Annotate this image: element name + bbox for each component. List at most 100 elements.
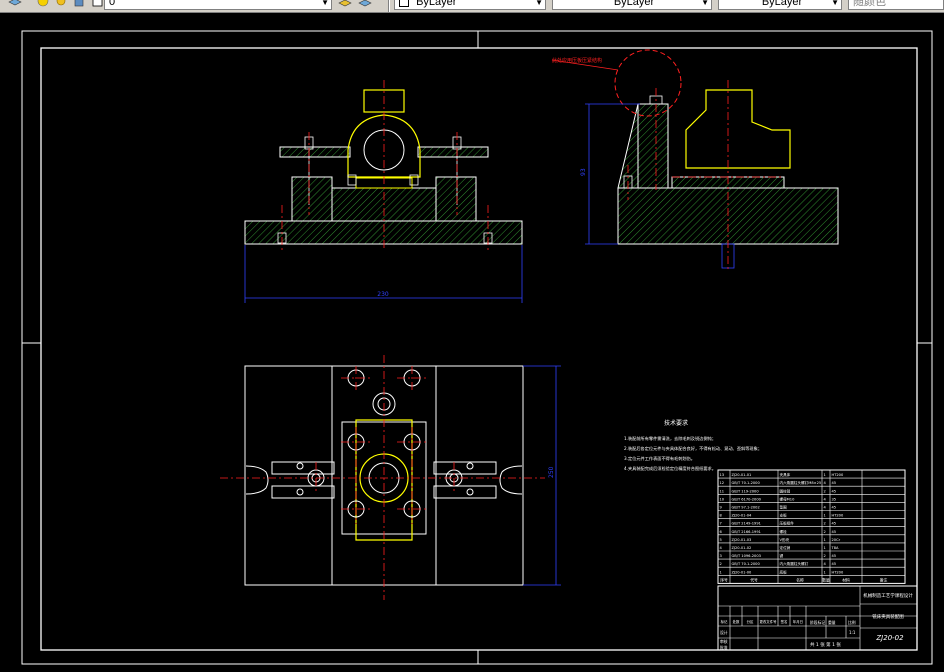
- front-base-plate: [244, 220, 523, 245]
- top-bolt-circles: [296, 369, 474, 518]
- revision-header-row: 标记 处数 分区 更改文件号 签名 年月日: [721, 619, 803, 624]
- bom-cell: 7: [720, 522, 722, 526]
- title-sheet-label: 共 1 张 第 1 张: [810, 641, 841, 648]
- lineweight-dropdown[interactable]: ByLayer ▼: [718, 0, 842, 10]
- bom-cell: 35: [832, 497, 837, 501]
- bom-cell: 螺母M10: [780, 496, 796, 501]
- bom-cell: 45: [832, 562, 837, 566]
- revision-header-cell: 年月日: [793, 619, 803, 624]
- zone-marks: [22, 31, 932, 664]
- lock-icon[interactable]: [72, 0, 86, 8]
- bom-cell: 10: [720, 497, 725, 501]
- bom-cell: GB/T 6170-2000: [732, 497, 762, 501]
- bom-cell: 1: [824, 570, 826, 574]
- toolbar-separator: [388, 0, 390, 12]
- bom-cell: 45: [832, 489, 837, 493]
- title-stage-label: 阶段标记: [810, 620, 825, 625]
- title-weight-label: 重量: [828, 620, 836, 625]
- lightbulb-icon[interactable]: [36, 0, 50, 8]
- bom-cell: 8: [720, 514, 723, 518]
- linetype-dropdown[interactable]: ByLayer ▼: [552, 0, 712, 10]
- make-current-layer-icon[interactable]: [338, 0, 352, 8]
- layer-dropdown[interactable]: 0 ▼: [104, 0, 332, 10]
- bom-cell: 2: [824, 530, 826, 534]
- bom-cell: 4: [824, 497, 827, 501]
- color-dropdown[interactable]: ByLayer ▼: [394, 0, 546, 10]
- bom-cell: 2: [824, 522, 826, 526]
- bom-cell: 3: [720, 554, 722, 558]
- revision-header-cell: 签名: [781, 619, 788, 624]
- side-workpiece: [685, 89, 791, 169]
- bom-cell: GB/T 2149-1991: [732, 522, 761, 526]
- bom-cell: 1: [824, 473, 826, 477]
- title-approver-label: 批准: [720, 645, 728, 650]
- bom-cell: 12: [720, 481, 725, 485]
- sheet-outer-border: [21, 30, 933, 665]
- linetype-dropdown-value: ByLayer: [613, 0, 655, 8]
- bom-cell: GB/T 2166-1991: [732, 530, 761, 534]
- bom-cell: 夹具体: [780, 472, 791, 477]
- top-dimension: [523, 365, 561, 586]
- bom-cell: 压板组件: [780, 521, 795, 526]
- bom-cell: 键: [780, 553, 784, 558]
- bom-cell: GB/T 119-2000: [732, 489, 760, 493]
- bom-cell: 2: [824, 554, 826, 558]
- bom-cell: 4: [824, 562, 827, 566]
- layer-previous-icon[interactable]: [358, 0, 372, 8]
- title-drawing-number: ZJ20-02: [875, 634, 904, 642]
- bom-cell: 45: [832, 481, 837, 485]
- bom-header-cell: 序号: [720, 577, 728, 582]
- top-view: 250: [220, 355, 561, 600]
- tech-requirements: 技术要求 1.装配前所有零件需清洗，去除毛刺及锐边倒钝； 2.装配后各定位元件与…: [624, 419, 762, 472]
- layer-dropdown-value: 0: [109, 0, 116, 8]
- chevron-down-icon: ▼: [701, 0, 709, 7]
- bom-cell: 1: [824, 538, 826, 542]
- chevron-down-icon: ▼: [831, 0, 839, 7]
- top-centerlines: [220, 355, 545, 600]
- title-drawing-name: 铣床夹具装配图: [872, 613, 904, 620]
- bom-header-cell: 备注: [880, 577, 888, 582]
- bom-cell: 11: [720, 489, 725, 493]
- revision-header-cell: 分区: [747, 619, 754, 624]
- tech-line-3: 3.定位元件工作表面不得有毛刺划伤。: [624, 455, 695, 462]
- revision-header-cell: 更改文件号: [760, 619, 778, 624]
- bom-cell: V形块: [780, 537, 790, 542]
- top-dimension-label: 250: [548, 466, 555, 478]
- bom-cell: 4: [824, 506, 827, 510]
- layer-properties-icon[interactable]: [8, 0, 22, 8]
- bom-header-cell: 数量: [822, 577, 830, 582]
- tech-line-4: 4.夹具装配完成后须检验定位精度符合图纸要求。: [624, 465, 716, 472]
- revision-header-cell: 处数: [733, 619, 740, 624]
- color-swatch-icon[interactable]: [90, 0, 104, 8]
- bom-cell: 13: [720, 473, 725, 477]
- bom-cell: 9: [720, 506, 723, 510]
- sun-icon[interactable]: [54, 0, 68, 8]
- bom-cell: T8A: [831, 546, 839, 550]
- bom-cell: ZJ20-01-02: [732, 546, 752, 550]
- bom-cell: 2: [720, 562, 722, 566]
- bom-cell: 2: [824, 489, 826, 493]
- side-support-rib: [617, 103, 639, 189]
- lineweight-dropdown-value: ByLayer: [761, 0, 803, 8]
- title-scale-value: 1:1: [849, 630, 856, 635]
- bom-cell: 支板: [780, 513, 788, 518]
- bom-cell: 垫圈: [780, 505, 788, 510]
- title-school: 机械制造工艺学课程设计: [863, 592, 913, 599]
- bom-cell: 圆柱销: [780, 488, 791, 493]
- bom-header-cell: 名称: [796, 577, 804, 582]
- bom-cell: ZJ20-01-04: [732, 514, 753, 518]
- front-left-clamp-arm: [279, 146, 351, 158]
- bom-cell: 底板: [780, 569, 788, 574]
- bom-cell: 4: [824, 481, 827, 485]
- title-block: 机械制造工艺学课程设计 铣床夹具装配图 ZJ20-02 阶段标记 重量 比例 1…: [717, 585, 918, 651]
- bom-cell: 1: [824, 514, 826, 518]
- bom-cell: 定位销: [780, 545, 791, 550]
- title-checker-label: 审核: [720, 639, 728, 644]
- tech-line-2: 2.装配后各定位元件与夹具体配合良好，不得有松动、晃动、歪斜等现象；: [624, 445, 762, 452]
- bom-cell: 4: [720, 546, 723, 550]
- drawing-canvas[interactable]: 230 此处应用压板压紧结构 93 250 技术要求 1.装配前所有零件需清洗，…: [0, 12, 944, 672]
- plotstyle-dropdown[interactable]: 随颜色: [848, 0, 944, 10]
- front-view: 230: [244, 80, 523, 303]
- front-right-post: [435, 176, 477, 222]
- side-upright: [637, 103, 669, 189]
